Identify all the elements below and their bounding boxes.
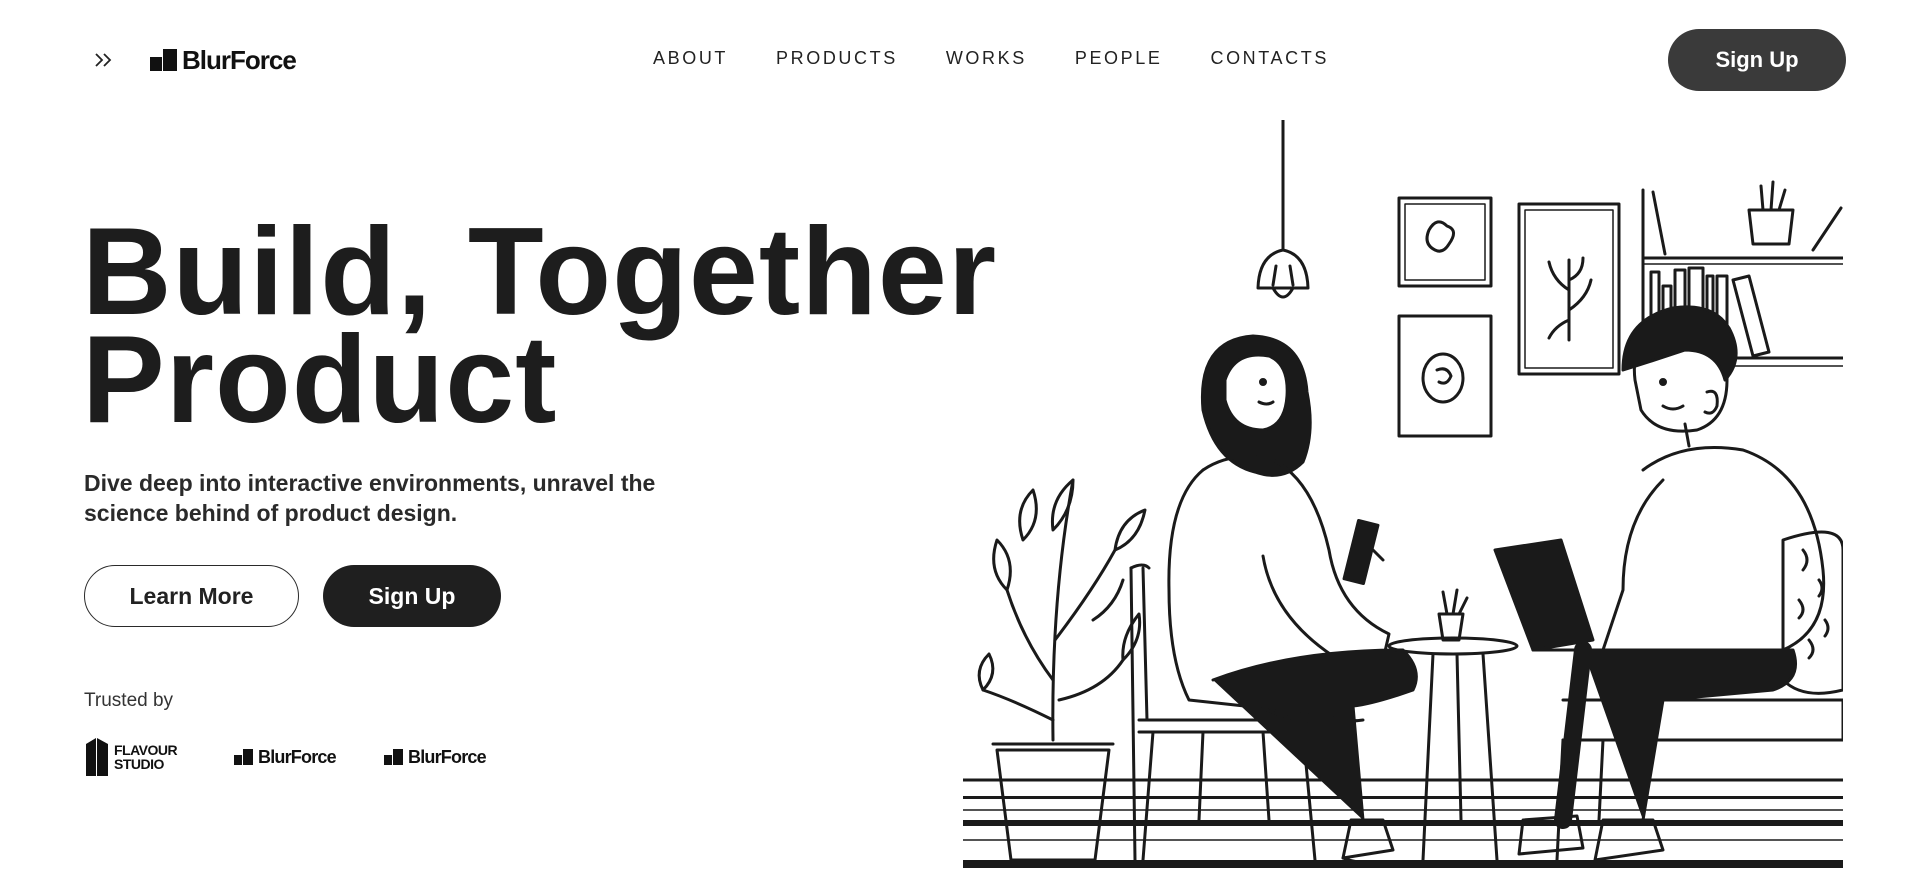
learn-more-button[interactable]: Learn More bbox=[84, 565, 299, 627]
nav-people[interactable]: PEOPLE bbox=[1075, 48, 1163, 69]
site-header: BlurForce ABOUT PRODUCTS WORKS PEOPLE CO… bbox=[0, 0, 1920, 120]
double-chevron-right-icon[interactable] bbox=[92, 48, 116, 72]
partner-name: BlurForce bbox=[408, 746, 487, 767]
flavour-line-2: STUDIO bbox=[114, 756, 164, 772]
partner-logo-blurforce: BlurForce bbox=[234, 735, 337, 779]
nav-works[interactable]: WORKS bbox=[946, 48, 1027, 69]
partner-name: BlurForce bbox=[258, 746, 337, 767]
people-collaborating-illustration bbox=[961, 118, 1845, 868]
hero-title-line-1: Build, Together bbox=[82, 203, 998, 341]
partner-logo-blurforce: BlurForce bbox=[384, 735, 487, 779]
site-logo[interactable]: BlurForce bbox=[150, 44, 297, 76]
hero-title: Build, Together Product bbox=[82, 203, 998, 449]
nav-products[interactable]: PRODUCTS bbox=[776, 48, 898, 69]
nav-contacts[interactable]: CONTACTS bbox=[1210, 48, 1328, 69]
hero-illustration bbox=[961, 118, 1845, 880]
partner-logo-flavour-studio: FLAVOUR STUDIO bbox=[84, 735, 178, 779]
blurforce-logo-mark-icon bbox=[234, 749, 253, 765]
blurforce-logo-mark-icon bbox=[384, 749, 403, 765]
nav-about[interactable]: ABOUT bbox=[653, 48, 728, 69]
trusted-by-label: Trusted by bbox=[84, 690, 174, 711]
flavour-studio-logo-mark-icon bbox=[86, 738, 108, 776]
main-nav: ABOUT PRODUCTS WORKS PEOPLE CONTACTS bbox=[653, 48, 1329, 69]
blurforce-logo-mark-icon bbox=[150, 47, 177, 73]
flavour-line-1: FLAVOUR bbox=[114, 742, 178, 758]
hero-title-line-2: Product bbox=[82, 311, 558, 449]
hero-signup-button[interactable]: Sign Up bbox=[323, 565, 501, 627]
logo-text: BlurForce bbox=[182, 44, 297, 75]
header-signup-button[interactable]: Sign Up bbox=[1668, 29, 1846, 91]
hero-subtitle: Dive deep into interactive environments,… bbox=[84, 470, 656, 526]
